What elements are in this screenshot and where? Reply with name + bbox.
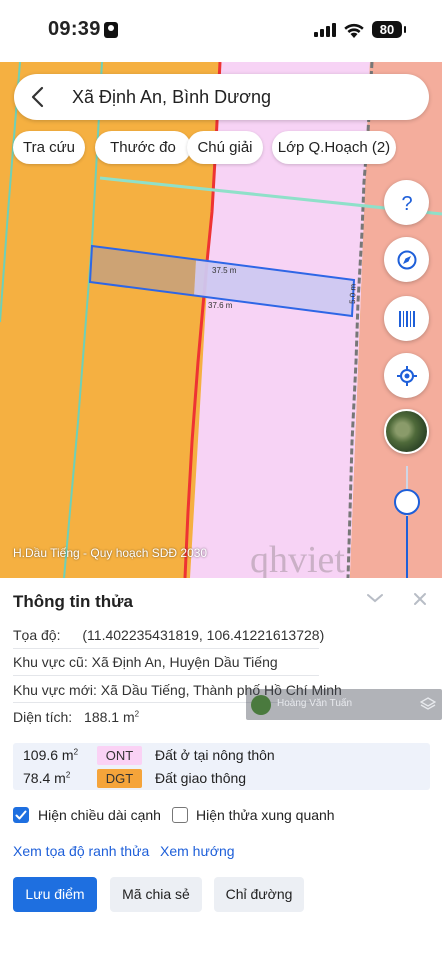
- chip-lookup[interactable]: Tra cứu: [13, 131, 85, 164]
- status-bar: 09:39 80: [0, 0, 442, 62]
- boundary-coords-link[interactable]: Xem tọa độ ranh thửa: [13, 843, 149, 859]
- chip-ruler[interactable]: Thước đo: [95, 131, 191, 164]
- direction-link[interactable]: Xem hướng: [160, 843, 235, 859]
- checkmark-icon: [15, 810, 27, 820]
- compass-button[interactable]: [384, 237, 429, 282]
- land-use-code: DGT: [97, 769, 142, 788]
- land-use-desc: Đất ở tại nông thôn: [155, 747, 275, 763]
- directions-button[interactable]: Chỉ đường: [214, 877, 304, 912]
- locate-icon: [396, 365, 417, 386]
- chip-legend[interactable]: Chú giải: [187, 131, 263, 164]
- old-area-value: Xã Định An, Huyện Dầu Tiếng: [91, 654, 278, 670]
- share-code-button[interactable]: Mã chia sẻ: [110, 877, 202, 912]
- chevron-down-icon[interactable]: [366, 592, 384, 604]
- panel-title: Thông tin thửa: [13, 592, 133, 611]
- land-use-code: ONT: [97, 746, 142, 765]
- clock-time: 09:39: [48, 18, 101, 40]
- land-use-row: 78.4 m2 DGT Đất giao thông: [13, 767, 430, 790]
- layers-icon: [420, 697, 436, 710]
- save-point-button[interactable]: Lưu điểm: [13, 877, 97, 912]
- show-neighbors-label[interactable]: Hiện thửa xung quanh: [196, 807, 335, 823]
- cellular-signal-icon: [314, 23, 336, 37]
- help-button[interactable]: ?: [384, 180, 429, 225]
- show-edge-length-checkbox[interactable]: [13, 807, 29, 823]
- back-arrow-icon[interactable]: [28, 86, 48, 108]
- edge-length-side: 5.0 m: [348, 283, 358, 304]
- close-icon[interactable]: [412, 591, 428, 607]
- satellite-layer-button[interactable]: [384, 409, 429, 454]
- map-watermark: qhviet: [250, 539, 345, 578]
- land-use-area: 78.4 m2: [23, 770, 71, 786]
- area-label: Diện tích:: [13, 709, 73, 725]
- contact-card-icon: [104, 22, 118, 38]
- divider: [13, 648, 319, 649]
- compass-icon: [397, 250, 416, 269]
- map-layer-label: H.Dầu Tiếng - Quy hoạch SDĐ 2030: [13, 546, 208, 560]
- land-use-desc: Đất giao thông: [155, 770, 247, 786]
- show-edge-length-label[interactable]: Hiện chiều dài cạnh: [38, 807, 161, 823]
- search-bar[interactable]: Xã Định An, Bình Dương: [14, 74, 429, 120]
- edge-length-bottom: 37.6 m: [208, 301, 233, 310]
- help-icon: ?: [401, 193, 412, 214]
- area-value: 188.1 m: [84, 709, 135, 725]
- chip-planning-layers[interactable]: Lớp Q.Hoạch (2): [272, 131, 396, 164]
- coords-label: Tọa độ:: [13, 627, 61, 643]
- land-use-area: 109.6 m2: [23, 747, 79, 763]
- area-unit-sup: 2: [134, 709, 140, 719]
- new-area-label: Khu vực mới:: [13, 682, 97, 698]
- battery-icon: 80: [372, 21, 406, 38]
- location-title[interactable]: Xã Định An, Bình Dương: [72, 87, 271, 108]
- svg-text:?: ?: [401, 193, 412, 214]
- land-use-table: 109.6 m2 ONT Đất ở tại nông thôn 78.4 m2…: [13, 743, 430, 790]
- opacity-slider-thumb[interactable]: [394, 489, 420, 515]
- user-watermark: Hoàng Văn Tuấn: [246, 689, 442, 720]
- coords-row: Tọa độ: (11.402235431819, 106.4122161372…: [13, 627, 324, 643]
- wifi-icon: [344, 23, 364, 38]
- locate-button[interactable]: [384, 353, 429, 398]
- old-area-label: Khu vực cũ:: [13, 654, 88, 670]
- old-area-row: Khu vực cũ: Xã Định An, Huyện Dầu Tiếng: [13, 654, 278, 670]
- barcode-button[interactable]: [384, 296, 429, 341]
- avatar: [251, 695, 271, 715]
- barcode-icon: [398, 310, 415, 327]
- divider: [13, 675, 319, 676]
- show-neighbors-checkbox[interactable]: [172, 807, 188, 823]
- area-row: Diện tích: 188.1 m2: [13, 709, 139, 725]
- edge-length-top: 37.5 m: [212, 266, 237, 275]
- coords-value: (11.402235431819, 106.41221613728): [82, 627, 325, 643]
- opacity-slider-fill: [406, 516, 408, 578]
- land-use-row: 109.6 m2 ONT Đất ở tại nông thôn: [13, 744, 430, 767]
- watermark-name: Hoàng Văn Tuấn: [277, 698, 353, 709]
